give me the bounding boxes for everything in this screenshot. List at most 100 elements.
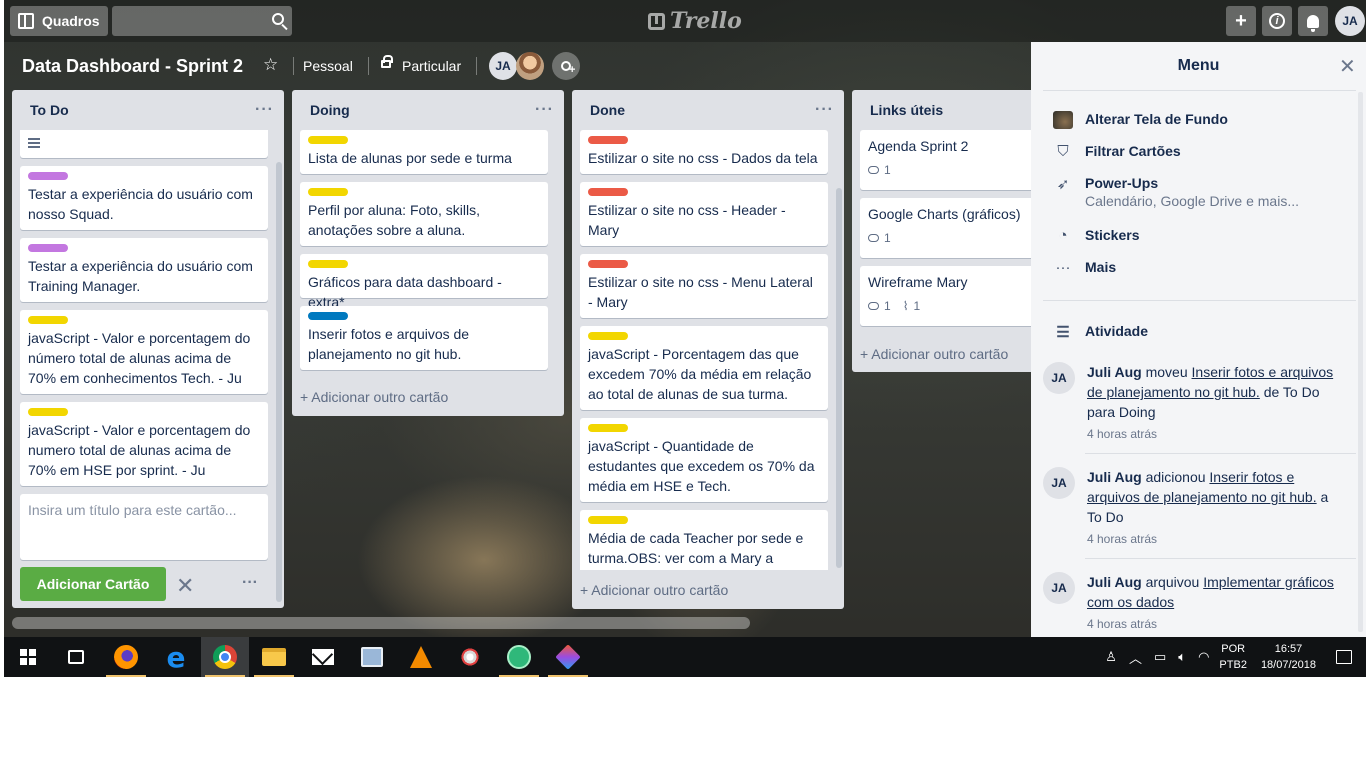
comment-badge: 1 — [868, 296, 891, 316]
news-taskbar-button[interactable] — [348, 637, 396, 677]
menu-scrollbar[interactable] — [1358, 92, 1363, 632]
card[interactable]: Testar a experiência do usuário com Trai… — [20, 238, 268, 302]
battery-icon[interactable]: ▭ — [1154, 649, 1166, 665]
member-avatar-photo[interactable] — [516, 52, 544, 80]
volume-icon[interactable]: 🔈︎ — [1178, 649, 1186, 665]
atom-taskbar-button[interactable] — [495, 637, 543, 677]
add-card-submit-button[interactable]: Adicionar Cartão — [20, 567, 166, 601]
trello-logo[interactable]: Trello — [648, 8, 742, 34]
filter-icon: ⛉ — [1057, 143, 1069, 160]
card[interactable]: javaScript - Porcentagem das que excedem… — [580, 326, 828, 410]
list-menu-icon[interactable]: ··· — [255, 101, 274, 119]
card[interactable]: Agenda Sprint 2 1 — [860, 130, 1052, 190]
info-icon: i — [1269, 13, 1285, 29]
create-button[interactable]: + — [1226, 6, 1256, 36]
card[interactable]: Inserir fotos e arquivos de planejamento… — [300, 306, 548, 370]
filter-cards-item[interactable]: ⛉ Filtrar Cartões — [1053, 143, 1181, 160]
board-horizontal-scrollbar[interactable] — [12, 617, 750, 629]
activity-time[interactable]: 4 horas atrás — [1087, 529, 1343, 549]
card[interactable]: Estilizar o site no css - Dados da tela — [580, 130, 828, 174]
chrome-taskbar-button[interactable] — [201, 637, 249, 677]
description-icon — [28, 138, 40, 148]
card[interactable]: Testar a experiência do usuário com noss… — [20, 166, 268, 230]
card[interactable] — [20, 130, 268, 158]
close-icon[interactable]: ✕ — [176, 573, 194, 599]
mail-taskbar-button[interactable] — [299, 637, 347, 677]
card[interactable]: Gráficos para data dashboard - extra* — [300, 254, 548, 310]
more-item[interactable]: ··· Mais — [1053, 259, 1117, 276]
list-title[interactable]: Links úteis — [870, 102, 943, 118]
add-card-button[interactable]: + Adicionar outro cartão — [300, 389, 448, 405]
user-avatar[interactable]: JA — [1335, 6, 1365, 36]
card-title: Estilizar o site no css - Header - Mary — [588, 202, 786, 238]
list-title[interactable]: Doing — [310, 102, 350, 118]
more-options-icon[interactable]: ··· — [242, 574, 258, 592]
list-title[interactable]: To Do — [30, 102, 69, 118]
team-button[interactable]: Pessoal — [303, 58, 353, 74]
add-card-button[interactable]: + Adicionar outro cartão — [580, 582, 728, 598]
activity-text: Juli Aug adicionou Inserir fotos e arqui… — [1087, 467, 1343, 549]
card[interactable]: javaScript - Valor e porcentagem do nume… — [20, 402, 268, 486]
people-icon[interactable]: ♙ — [1105, 649, 1117, 665]
list-scrollbar[interactable] — [276, 162, 282, 602]
boards-button[interactable]: Quadros — [10, 6, 108, 36]
card[interactable]: Lista de alunas por sede e turma — [300, 130, 548, 174]
activity-verb: moveu — [1145, 364, 1188, 380]
card[interactable]: javaScript - Quantidade de estudantes qu… — [580, 418, 828, 502]
activity-user[interactable]: Juli Aug — [1087, 364, 1142, 380]
card[interactable]: javaScript - Valor e porcentagem do núme… — [20, 310, 268, 394]
list-title[interactable]: Done — [590, 102, 625, 118]
comment-icon — [868, 234, 879, 242]
wifi-icon[interactable]: ◠ — [1198, 649, 1209, 665]
card[interactable]: Wireframe Mary 1 ⌇ 1 — [860, 266, 1052, 326]
close-icon[interactable]: ✕ — [1339, 54, 1356, 79]
start-button[interactable] — [4, 637, 52, 677]
star-icon[interactable]: ☆ — [263, 55, 278, 75]
avatar[interactable]: JA — [1043, 467, 1075, 499]
task-view-icon — [68, 650, 84, 664]
firefox-taskbar-button[interactable] — [102, 637, 150, 677]
change-background-item[interactable]: Alterar Tela de Fundo — [1053, 111, 1228, 129]
chevron-up-icon[interactable]: ︿ — [1129, 648, 1142, 667]
card[interactable]: Estilizar o site no css - Header - Mary — [580, 182, 828, 246]
activity-user[interactable]: Juli Aug — [1087, 574, 1142, 590]
clock[interactable]: 16:57 18/07/2018 — [1261, 641, 1316, 673]
app-taskbar-button[interactable] — [446, 637, 494, 677]
card[interactable]: Google Charts (gráficos) 1 — [860, 198, 1052, 258]
edge-taskbar-button[interactable]: e — [152, 637, 200, 677]
search-input[interactable] — [112, 6, 292, 36]
privacy-button[interactable]: Particular — [402, 58, 461, 74]
list-menu-icon[interactable]: ··· — [535, 101, 554, 119]
label-red — [588, 260, 628, 268]
list-scrollbar[interactable] — [836, 188, 842, 568]
info-button[interactable]: i — [1262, 6, 1292, 36]
language-indicator[interactable]: POR PTB2 — [1219, 641, 1247, 673]
stickers-item[interactable]: ◔ Stickers — [1053, 227, 1139, 244]
activity-time[interactable]: 4 horas atrás — [1087, 614, 1343, 634]
menu-item-label: Alterar Tela de Fundo — [1085, 111, 1228, 127]
card-title: javaScript - Porcentagem das que excedem… — [588, 346, 812, 402]
notifications-button[interactable] — [1298, 6, 1328, 36]
activity-user[interactable]: Juli Aug — [1087, 469, 1142, 485]
avatar[interactable]: JA — [1043, 362, 1075, 394]
avatar[interactable]: JA — [1043, 572, 1075, 604]
file-explorer-taskbar-button[interactable] — [250, 637, 298, 677]
board-title[interactable]: Data Dashboard - Sprint 2 — [22, 56, 243, 77]
member-avatar[interactable]: JA — [489, 52, 517, 80]
card[interactable]: Estilizar o site no css - Menu Lateral -… — [580, 254, 828, 318]
git-taskbar-button[interactable] — [544, 637, 592, 677]
vlc-taskbar-button[interactable] — [397, 637, 445, 677]
power-ups-item[interactable]: ➶ Power-Ups Calendário, Google Drive e m… — [1053, 175, 1299, 209]
list-menu-icon[interactable]: ··· — [815, 101, 834, 119]
activity-time[interactable]: 4 horas atrás — [1087, 424, 1343, 444]
card-title-input[interactable]: Insira um título para este cartão... — [20, 494, 268, 560]
invite-member-button[interactable] — [552, 52, 580, 80]
list-header: To Do ··· — [12, 90, 284, 130]
bell-icon — [1307, 14, 1319, 32]
card[interactable]: Perfil por aluna: Foto, skills, anotaçõe… — [300, 182, 548, 246]
action-center-icon[interactable] — [1336, 650, 1352, 664]
task-view-button[interactable] — [52, 637, 100, 677]
add-card-button[interactable]: + Adicionar outro cartão — [860, 346, 1008, 362]
menu-item-label: Filtrar Cartões — [1085, 143, 1181, 159]
card[interactable]: Média de cada Teacher por sede e turma.O… — [580, 510, 828, 570]
